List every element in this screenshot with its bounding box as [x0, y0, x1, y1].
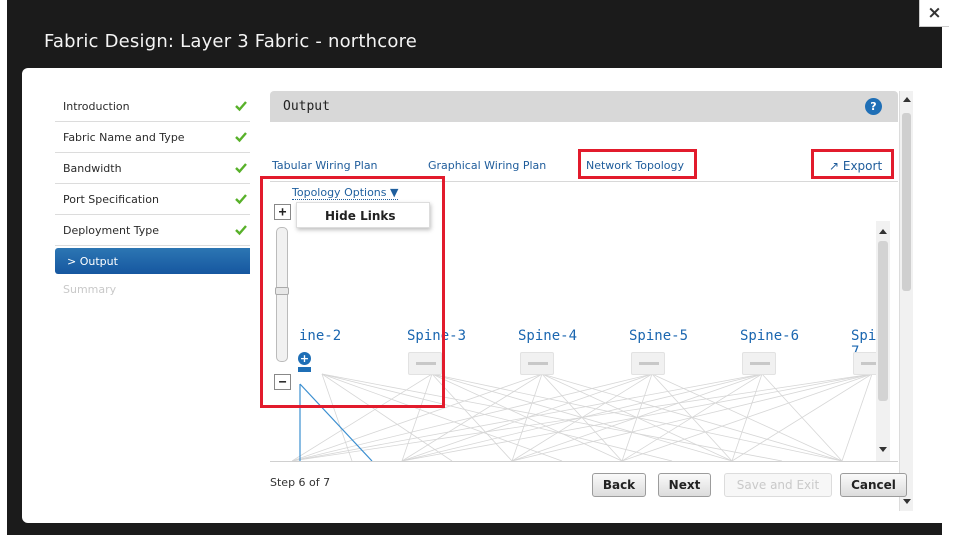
page-scroll-up-icon[interactable]	[903, 97, 911, 102]
check-icon	[235, 132, 247, 143]
step-label: Deployment Type	[63, 223, 160, 237]
step-label: Bandwidth	[63, 161, 122, 175]
spine-4-label: Spine-4	[518, 328, 578, 344]
dialog-title: Fabric Design: Layer 3 Fabric - northcor…	[44, 31, 418, 52]
tab-tabular-wiring-plan[interactable]: Tabular Wiring Plan	[272, 159, 378, 172]
step-output[interactable]: > Output	[55, 248, 250, 274]
footer-divider	[270, 461, 898, 462]
wizard-panel: Introduction Fabric Name and Type Bandwi…	[22, 68, 951, 523]
output-title: Output	[283, 99, 330, 114]
close-button[interactable]: ×	[919, 0, 949, 27]
scroll-down-icon[interactable]	[879, 447, 887, 452]
page-scroll-down-icon[interactable]	[903, 499, 911, 504]
step-introduction[interactable]: Introduction	[55, 91, 250, 122]
step-indicator: Step 6 of 7	[270, 476, 331, 489]
next-button[interactable]: Next	[658, 473, 711, 497]
wizard-steps-sidebar: Introduction Fabric Name and Type Bandwi…	[55, 91, 250, 305]
output-header: Output ?	[270, 91, 898, 122]
step-label: Summary	[63, 283, 117, 296]
check-icon	[235, 225, 247, 236]
canvas-scrollbar[interactable]	[876, 221, 890, 461]
highlight-export	[811, 149, 894, 179]
step-label: > Output	[67, 254, 118, 268]
save-and-exit-button: Save and Exit	[724, 473, 832, 497]
help-icon[interactable]: ?	[865, 98, 882, 115]
page-scrollbar[interactable]	[899, 91, 913, 511]
step-summary: Summary	[55, 274, 250, 305]
spine-5-node[interactable]	[631, 352, 665, 375]
step-label: Port Specification	[63, 192, 159, 206]
spine-4-node[interactable]	[520, 352, 554, 375]
step-fabric-name-and-type[interactable]: Fabric Name and Type	[55, 122, 250, 153]
check-icon	[235, 101, 247, 112]
spine-6-label: Spine-6	[740, 328, 800, 344]
highlight-network-topology	[578, 149, 697, 179]
check-icon	[235, 194, 247, 205]
step-deployment-type[interactable]: Deployment Type	[55, 215, 250, 246]
spine-6-node[interactable]	[742, 352, 776, 375]
step-label: Introduction	[63, 99, 130, 113]
step-port-specification[interactable]: Port Specification	[55, 184, 250, 215]
step-label: Fabric Name and Type	[63, 130, 185, 144]
spine-5-label: Spine-5	[629, 328, 689, 344]
spine-7-node[interactable]	[853, 352, 876, 375]
check-icon	[235, 163, 247, 174]
canvas-scroll-thumb[interactable]	[878, 241, 888, 401]
scroll-up-icon[interactable]	[879, 229, 887, 234]
tab-graphical-wiring-plan[interactable]: Graphical Wiring Plan	[428, 159, 546, 172]
highlight-topology-options	[260, 176, 445, 408]
step-bandwidth[interactable]: Bandwidth	[55, 153, 250, 184]
back-button[interactable]: Back	[592, 473, 646, 497]
output-content: Output ? Tabular Wiring Plan Graphical W…	[260, 91, 898, 511]
page-scroll-thumb[interactable]	[902, 113, 911, 291]
cancel-button[interactable]: Cancel	[840, 473, 907, 497]
